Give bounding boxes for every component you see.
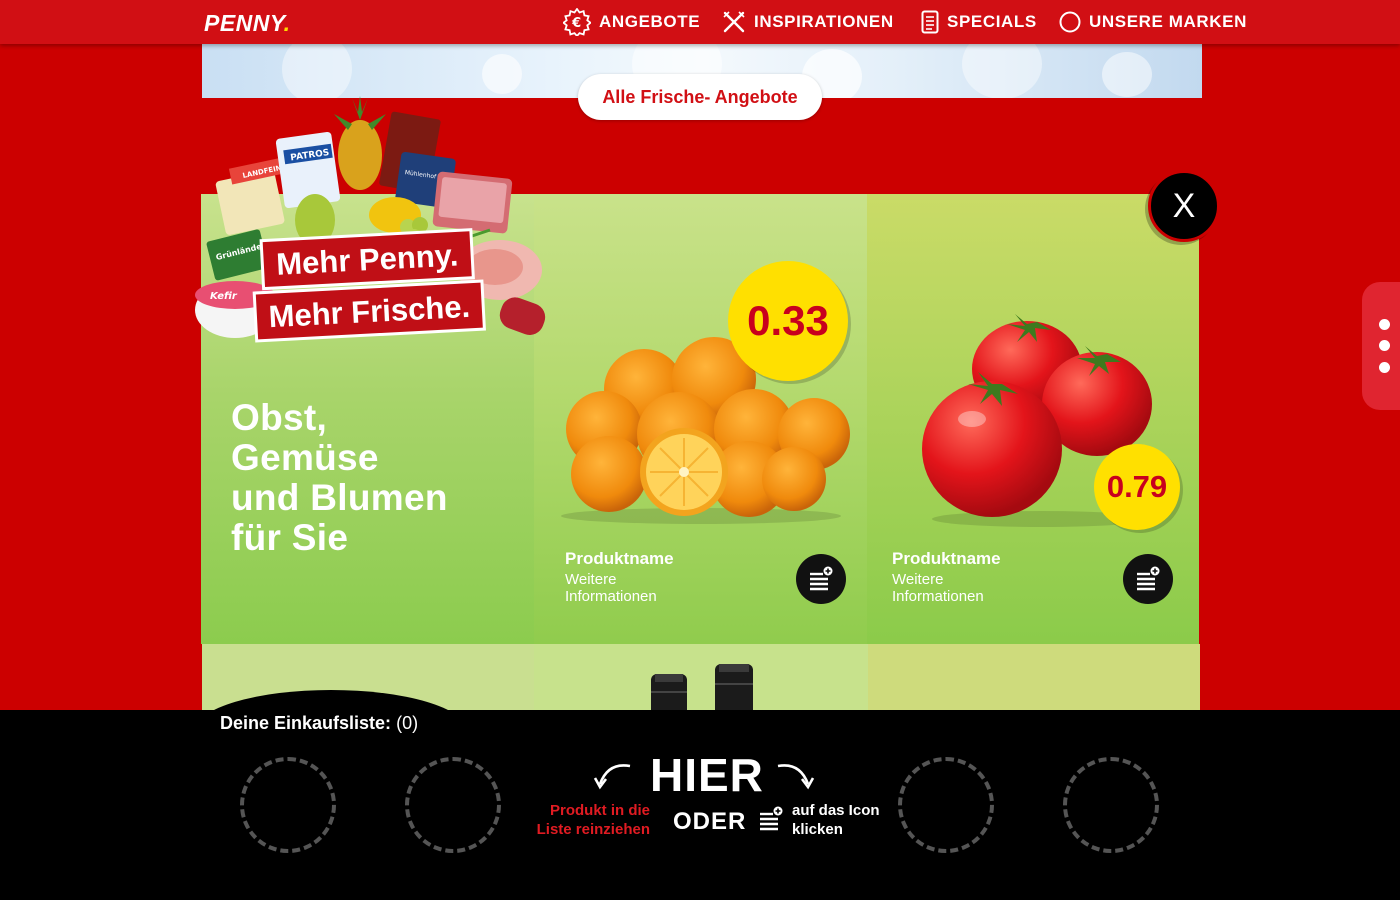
add-to-list-icon <box>1137 566 1160 591</box>
shopping-list-count: (0) <box>396 713 419 733</box>
list-drop-slot[interactable] <box>405 757 501 853</box>
nav-specials-label: SPECIALS <box>947 12 1037 31</box>
penny-logo[interactable]: PENNY. <box>204 10 291 37</box>
add-to-list-button[interactable] <box>1123 554 1173 604</box>
fork-knife-icon <box>723 11 745 33</box>
category-headline: Obst, Gemüse und Blumen für Sie <box>231 397 448 558</box>
mehr-frische-promo-graphic: LANDFEIN PATROS Mühlenhof Grünländer Kef… <box>195 96 546 343</box>
nav-angebote-label: ANGEBOTE <box>599 12 701 31</box>
oder-label: ODER <box>673 808 747 835</box>
nav-inspirationen-label: INSPIRATIONEN <box>754 12 894 31</box>
product-card-oranges[interactable]: Produktname Weitere Informationen <box>534 194 867 644</box>
list-drop-slot[interactable] <box>898 757 994 853</box>
price-badge: 0.79 <box>1094 444 1180 530</box>
pagination-dot[interactable] <box>1379 319 1390 330</box>
product-name[interactable]: Produktname <box>565 549 674 569</box>
add-to-list-icon <box>810 566 833 591</box>
top-navigation: PENNY. € ANGEBOTE INSPIRATIONEN SPECIALS <box>0 0 1400 44</box>
nav-specials[interactable]: SPECIALS <box>921 0 1037 44</box>
add-to-list-icon <box>760 806 783 831</box>
click-icon-hint: auf das Icon klicken <box>792 802 880 838</box>
lower-card <box>868 644 1200 714</box>
curved-arrow-right-icon <box>777 764 815 790</box>
brand-label-kefir: Kefir <box>210 291 238 302</box>
shopping-list-title[interactable]: Deine Einkaufsliste: (0) <box>220 713 418 734</box>
document-icon <box>921 10 939 34</box>
svg-text:€: € <box>571 16 582 31</box>
side-pagination <box>1362 282 1400 410</box>
lower-card <box>534 644 868 714</box>
drag-hint: Produkt in die Liste reinziehen <box>536 802 650 838</box>
curved-arrow-left-icon <box>593 764 631 790</box>
add-to-list-button[interactable] <box>796 554 846 604</box>
euro-badge-icon: € <box>563 8 591 36</box>
nav-unsere-marken-label: UNSERE MARKEN <box>1089 12 1247 31</box>
product-info-link[interactable]: Weitere Informationen <box>892 571 1032 605</box>
pagination-dot[interactable] <box>1379 340 1390 351</box>
list-drop-slot[interactable] <box>1063 757 1159 853</box>
pagination-dot[interactable] <box>1379 362 1390 373</box>
close-button[interactable]: X <box>1148 170 1220 242</box>
hier-label: HIER <box>650 749 764 801</box>
circle-icon <box>1059 11 1081 33</box>
product-name[interactable]: Produktname <box>892 549 1001 569</box>
product-card-tomatoes[interactable]: Produktname Weitere Informationen <box>867 194 1199 644</box>
nav-unsere-marken[interactable]: UNSERE MARKEN <box>1059 0 1247 44</box>
nav-angebote[interactable]: € ANGEBOTE <box>563 0 700 44</box>
list-drop-slot[interactable] <box>240 757 336 853</box>
product-info-link[interactable]: Weitere Informationen <box>565 571 705 605</box>
all-fresh-offers-button[interactable]: Alle Frische- Angebote <box>578 74 822 120</box>
bottles-image <box>651 664 753 714</box>
shopping-list-drawer <box>0 710 1400 900</box>
price-badge: 0.33 <box>728 261 848 381</box>
nav-inspirationen[interactable]: INSPIRATIONEN <box>722 0 894 44</box>
